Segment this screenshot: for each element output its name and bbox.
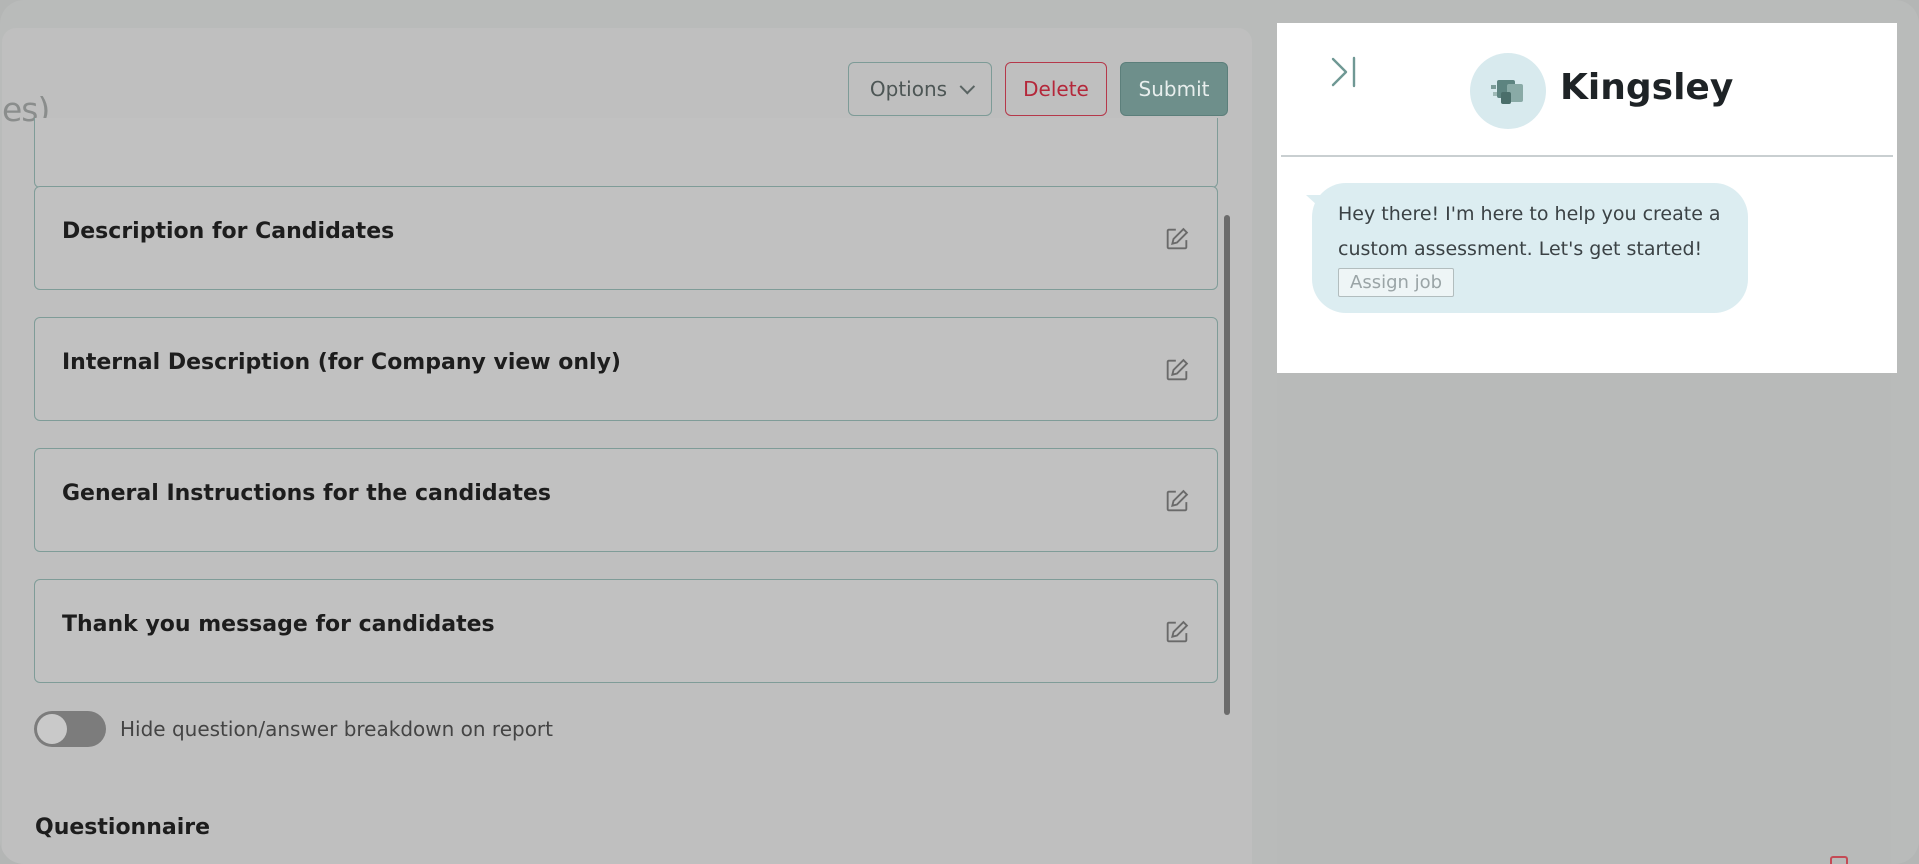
- previous-section-card: [34, 118, 1218, 188]
- section-card-thank-you: Thank you message for candidates: [34, 579, 1218, 683]
- toggle-label: Hide question/answer breakdown on report: [120, 717, 553, 741]
- edit-icon[interactable]: [1163, 618, 1191, 646]
- form-toolbar: Options Delete Submit: [848, 62, 1228, 116]
- section-label: Description for Candidates: [62, 219, 395, 244]
- edit-icon[interactable]: [1163, 487, 1191, 515]
- edit-icon[interactable]: [1163, 225, 1191, 253]
- assign-job-button[interactable]: Assign job: [1338, 268, 1455, 297]
- section-card-general-instructions: General Instructions for the candidates: [34, 448, 1218, 552]
- assistant-message-text: Hey there! I'm here to help you create a…: [1338, 203, 1721, 260]
- hide-breakdown-toggle[interactable]: [34, 711, 106, 747]
- assessment-form: es) Options Delete Submit Description fo…: [2, 28, 1252, 864]
- collapse-panel-icon[interactable]: [1329, 55, 1359, 89]
- section-card-internal-description: Internal Description (for Company view o…: [34, 317, 1218, 421]
- questionnaire-title: Questionnaire: [35, 815, 211, 840]
- section-label: Thank you message for candidates: [62, 612, 495, 637]
- hide-breakdown-row: Hide question/answer breakdown on report: [34, 711, 553, 747]
- header-divider: [1281, 155, 1893, 157]
- toggle-knob: [37, 714, 67, 744]
- section-label: General Instructions for the candidates: [62, 481, 551, 506]
- section-card-description: Description for Candidates: [34, 186, 1218, 290]
- form-scrollbar[interactable]: [1224, 215, 1230, 715]
- assistant-name: Kingsley: [1560, 67, 1734, 108]
- submit-button[interactable]: Submit: [1120, 62, 1228, 116]
- robot-avatar-icon: [1491, 80, 1523, 104]
- corner-indicator-icon: [1830, 856, 1848, 864]
- assistant-chat-panel: Kingsley Hey there! I'm here to help you…: [1277, 23, 1897, 373]
- avatar: [1470, 53, 1546, 129]
- app-window: es) Options Delete Submit Description fo…: [0, 0, 1919, 864]
- options-label: Options: [869, 77, 948, 101]
- section-label: Internal Description (for Company view o…: [62, 350, 621, 375]
- delete-button[interactable]: Delete: [1005, 62, 1107, 116]
- options-button[interactable]: Options: [848, 62, 992, 116]
- edit-icon[interactable]: [1163, 356, 1191, 384]
- chevron-down-icon: [959, 78, 976, 94]
- assistant-message-bubble: Hey there! I'm here to help you create a…: [1312, 183, 1748, 313]
